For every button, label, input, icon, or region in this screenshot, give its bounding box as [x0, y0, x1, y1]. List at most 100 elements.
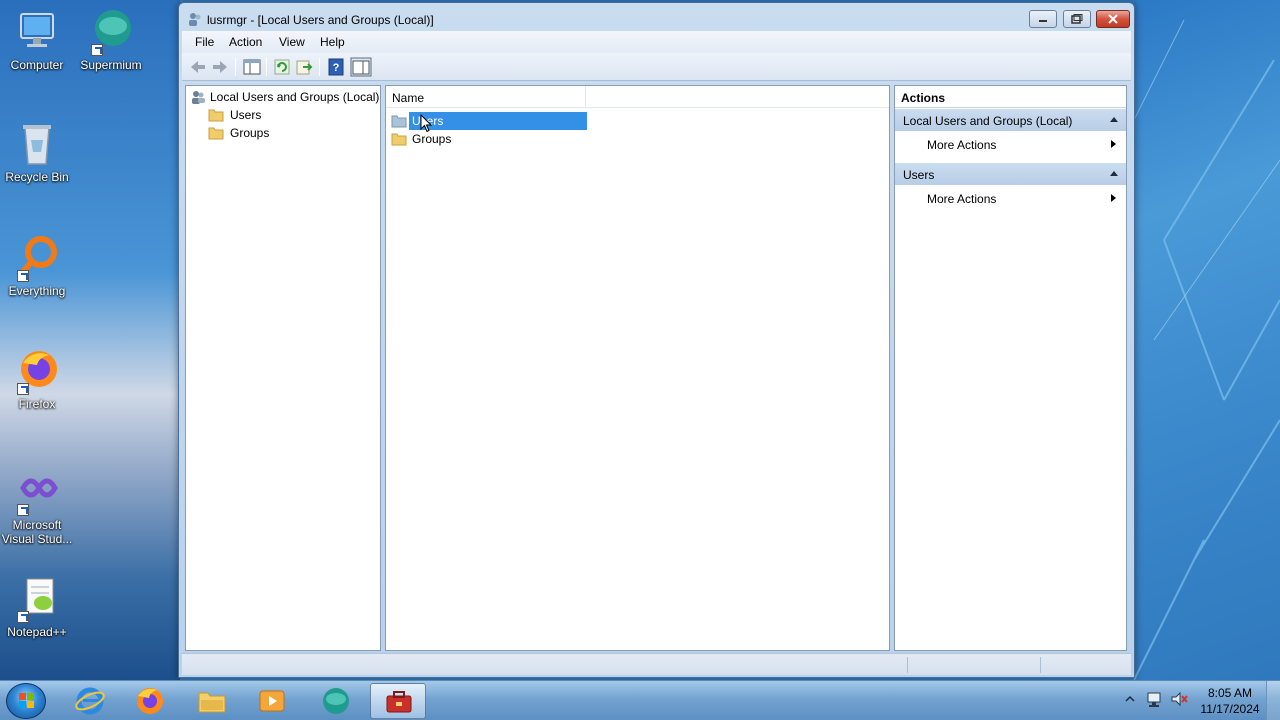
menu-action[interactable]: Action [229, 35, 262, 49]
menu-file[interactable]: File [195, 35, 214, 49]
recycle-bin-icon [13, 120, 61, 168]
supermium-icon [323, 688, 349, 714]
clock-date: 11/17/2024 [1200, 702, 1260, 716]
desktop-wallpaper-right [1134, 0, 1280, 680]
maximize-button[interactable] [1063, 10, 1091, 28]
restore-icon [1071, 14, 1083, 24]
actions-section-label: Users [903, 168, 935, 182]
desktop-icon-recycle-bin[interactable]: Recycle Bin [0, 120, 74, 184]
desktop-icon-notepad-plus-plus[interactable]: Notepad++ [0, 575, 74, 639]
internet-explorer-icon [75, 687, 105, 715]
mouse-cursor-icon [420, 114, 432, 133]
column-header-name[interactable]: Name [386, 86, 586, 108]
taskbar-media-player[interactable] [244, 683, 300, 719]
tree-item-groups[interactable]: Groups [208, 124, 328, 142]
desktop-icon-label: Firefox [18, 397, 56, 411]
menu-view[interactable]: View [279, 35, 305, 49]
back-icon [191, 61, 205, 73]
everything-search-icon [13, 234, 61, 282]
help-button[interactable]: ? [326, 57, 346, 77]
forward-icon [213, 61, 227, 73]
show-hide-action-pane-icon [350, 57, 372, 77]
folder-icon [391, 114, 407, 128]
desktop-icon-label: Everything [8, 284, 66, 298]
status-bar-divider [907, 657, 908, 673]
desktop-icon-label: Notepad++ [7, 625, 67, 639]
collapse-caret-icon[interactable] [1110, 117, 1118, 122]
back-button[interactable] [188, 57, 208, 77]
submenu-arrow-icon [1111, 140, 1116, 148]
refresh-button[interactable] [272, 57, 292, 77]
shortcut-arrow-icon [17, 270, 29, 282]
computer-management-icon [386, 691, 412, 713]
tree-root-label: Local Users and Groups (Local) [210, 90, 380, 104]
title-bar[interactable]: lusrmgr - [Local Users and Groups (Local… [179, 3, 1134, 33]
export-list-button[interactable] [294, 57, 314, 77]
taskbar-firefox[interactable] [122, 683, 178, 719]
minimize-button[interactable] [1029, 10, 1057, 28]
list-item-label: Users [409, 112, 587, 130]
help-icon: ? [328, 58, 344, 76]
desktop-icon-label: Supermium [80, 58, 142, 72]
more-actions-users[interactable]: More Actions [927, 188, 1122, 208]
show-hide-tree-button[interactable] [242, 57, 262, 77]
status-bar-divider [1040, 657, 1041, 673]
windows-logo-icon [19, 693, 34, 708]
taskbar: 8:05 AM 11/17/2024 [0, 680, 1280, 720]
actions-pane: Actions Local Users and Groups (Local) M… [894, 85, 1127, 651]
supermium-icon [87, 8, 135, 56]
desktop-icon-computer[interactable]: Computer [0, 8, 74, 72]
network-icon [1147, 692, 1161, 707]
shortcut-arrow-icon [17, 611, 29, 623]
desktop-icon-supermium[interactable]: Supermium [74, 8, 148, 72]
taskbar-clock[interactable]: 8:05 AM 11/17/2024 [1192, 685, 1268, 717]
desktop-icon-label: Computer [10, 58, 64, 72]
toolbar: ? [182, 53, 1131, 81]
actions-title: Actions [895, 86, 1126, 108]
toolbar-separator [266, 58, 267, 76]
taskbar-computer-management[interactable] [370, 683, 426, 719]
window-title: lusrmgr - [Local Users and Groups (Local… [207, 13, 434, 27]
firefox-icon [137, 688, 163, 714]
show-hidden-icons-button[interactable] [1124, 689, 1136, 712]
folder-icon [208, 108, 224, 122]
close-icon [1108, 14, 1118, 24]
computer-icon [13, 8, 61, 56]
show-hide-action-pane-button[interactable] [350, 57, 372, 77]
firefox-icon [13, 347, 61, 395]
actions-section-local-users-groups[interactable]: Local Users and Groups (Local) [895, 109, 1126, 131]
taskbar-internet-explorer[interactable] [62, 683, 118, 719]
menu-help[interactable]: Help [320, 35, 345, 49]
more-actions-label: More Actions [927, 138, 997, 152]
forward-button[interactable] [210, 57, 230, 77]
show-desktop-button[interactable] [1266, 681, 1280, 720]
tree-item-users[interactable]: Users [208, 106, 328, 124]
taskbar-supermium[interactable] [308, 683, 364, 719]
export-list-icon [296, 60, 313, 75]
more-actions-label: More Actions [927, 192, 997, 206]
shortcut-arrow-icon [17, 383, 29, 395]
users-groups-icon [190, 90, 206, 104]
actions-section-users[interactable]: Users [895, 163, 1126, 185]
desktop-icon-label: Recycle Bin [5, 170, 69, 184]
tray-network[interactable] [1146, 689, 1164, 712]
taskbar-file-explorer[interactable] [184, 683, 240, 719]
results-list: Name Users Groups [385, 85, 890, 651]
more-actions-local-users-groups[interactable]: More Actions [927, 134, 1122, 154]
close-button[interactable] [1096, 10, 1130, 28]
svg-text:?: ? [333, 62, 340, 74]
shortcut-arrow-icon [91, 44, 103, 56]
lusrmgr-window: lusrmgr - [Local Users and Groups (Local… [178, 2, 1135, 678]
tray-volume[interactable] [1170, 689, 1188, 712]
desktop-icon-visual-studio[interactable]: Microsoft Visual Stud... [0, 468, 74, 546]
tree-root-local-users-groups[interactable]: Local Users and Groups (Local) [190, 88, 380, 106]
tree-item-label: Groups [230, 126, 270, 140]
menu-bar: File Action View Help [182, 31, 1131, 53]
status-bar [182, 653, 1131, 675]
toolbar-separator [235, 58, 236, 76]
chevron-up-icon [1125, 695, 1135, 702]
desktop-icon-firefox[interactable]: Firefox [0, 347, 74, 411]
start-button[interactable] [6, 683, 46, 719]
desktop-icon-everything[interactable]: Everything [0, 234, 74, 298]
collapse-caret-icon[interactable] [1110, 171, 1118, 176]
